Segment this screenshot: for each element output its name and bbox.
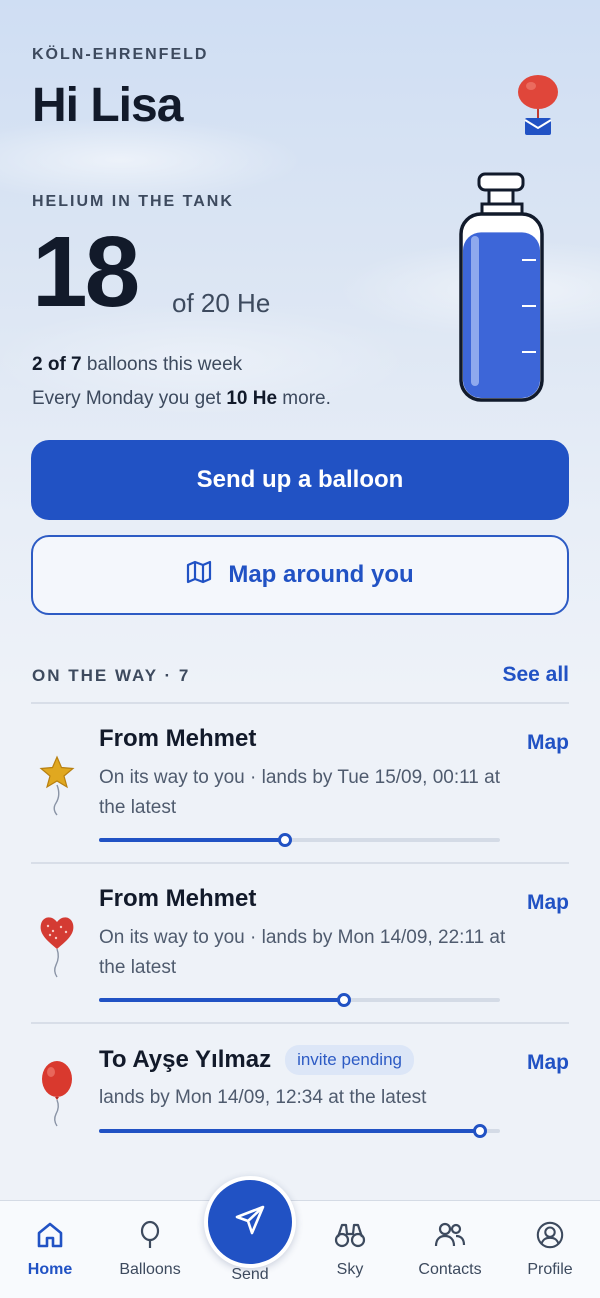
- greeting-title: Hi Lisa: [32, 79, 183, 132]
- monday-refill-note: Every Monday you get 10 He more.: [32, 388, 331, 410]
- home-icon: [35, 1220, 65, 1255]
- red-balloon-icon: [37, 1059, 77, 1129]
- list-item[interactable]: From Mehmet On its way to you · lands by…: [31, 703, 569, 863]
- tab-send-label[interactable]: Send: [200, 1266, 300, 1284]
- helium-tank-icon: [452, 170, 552, 404]
- tab-label: Home: [27, 1261, 73, 1278]
- progress-knob: [278, 833, 293, 847]
- star-balloon-icon: [37, 753, 77, 823]
- send-fab-button[interactable]: [204, 1176, 296, 1268]
- item-title: To Ayşe Yılmaz invite pending: [99, 1045, 414, 1075]
- on-the-way-title: ON THE WAY · 7: [32, 666, 191, 685]
- helium-value: 18: [32, 216, 140, 328]
- progress-knob: [336, 993, 351, 1007]
- progress-knob: [472, 1124, 487, 1138]
- item-title: From Mehmet: [99, 885, 256, 913]
- week-count-value: 2 of 7: [32, 354, 82, 375]
- item-map-link[interactable]: Map: [527, 891, 569, 915]
- tab-balloons[interactable]: Balloons: [100, 1220, 200, 1279]
- heart-balloon-icon: [37, 911, 77, 981]
- progress-fill: [99, 838, 286, 842]
- progress-fill: [99, 1129, 480, 1133]
- map-icon: [186, 560, 212, 591]
- tab-sky[interactable]: Sky: [300, 1220, 400, 1279]
- monday-suffix: more.: [277, 388, 331, 409]
- monday-prefix: Every Monday you get: [32, 388, 227, 409]
- progress-track: [99, 993, 500, 1007]
- item-description: On its way to you · lands by Mon 14/09, …: [99, 927, 506, 978]
- list-item[interactable]: To Ayşe Yılmaz invite pending lands by M…: [31, 1023, 569, 1183]
- paper-plane-icon: [232, 1202, 268, 1243]
- profile-icon: [534, 1220, 566, 1255]
- tab-label: Profile: [527, 1261, 573, 1278]
- tab-label: Sky: [336, 1261, 364, 1278]
- invite-pending-badge: invite pending: [285, 1045, 414, 1075]
- item-title-text: From Mehmet: [99, 725, 257, 752]
- list-item[interactable]: From Mehmet On its way to you · lands by…: [31, 863, 569, 1023]
- tab-profile[interactable]: Profile: [500, 1220, 600, 1279]
- progress-track: [99, 833, 500, 847]
- item-title-text: To Ayşe Yılmaz: [99, 1046, 272, 1073]
- binoculars-icon: [334, 1220, 366, 1255]
- map-around-label: Map around you: [228, 561, 414, 588]
- tab-home[interactable]: Home: [0, 1220, 100, 1279]
- item-map-link[interactable]: Map: [527, 1051, 569, 1075]
- see-all-link[interactable]: See all: [470, 663, 569, 687]
- week-balloon-count: 2 of 7 balloons this week: [32, 354, 242, 376]
- item-map-link[interactable]: Map: [527, 731, 569, 755]
- location-label: KÖLN-EHRENFELD: [32, 46, 209, 63]
- tab-contacts[interactable]: Contacts: [400, 1220, 500, 1279]
- progress-track: [99, 1124, 500, 1138]
- item-description: lands by Mon 14/09, 12:34 at the latest: [99, 1087, 427, 1108]
- tab-label: Contacts: [418, 1261, 482, 1278]
- send-balloon-button[interactable]: Send up a balloon: [31, 440, 569, 520]
- balloon-mail-logo-icon[interactable]: [512, 74, 564, 138]
- progress-fill: [99, 998, 344, 1002]
- tab-label: Balloons: [119, 1261, 181, 1278]
- monday-amount: 10 He: [226, 388, 278, 409]
- contacts-icon: [434, 1220, 466, 1255]
- tank-label: HELIUM IN THE TANK: [32, 193, 234, 210]
- item-description: On its way to you · lands by Tue 15/09, …: [99, 767, 500, 818]
- week-count-text: balloons this week: [81, 354, 243, 375]
- map-around-button[interactable]: Map around you: [31, 535, 569, 615]
- helium-capacity: of 20 He: [172, 288, 271, 318]
- item-title: From Mehmet: [99, 725, 256, 753]
- balloon-icon: [135, 1220, 165, 1255]
- item-title-text: From Mehmet: [99, 885, 257, 912]
